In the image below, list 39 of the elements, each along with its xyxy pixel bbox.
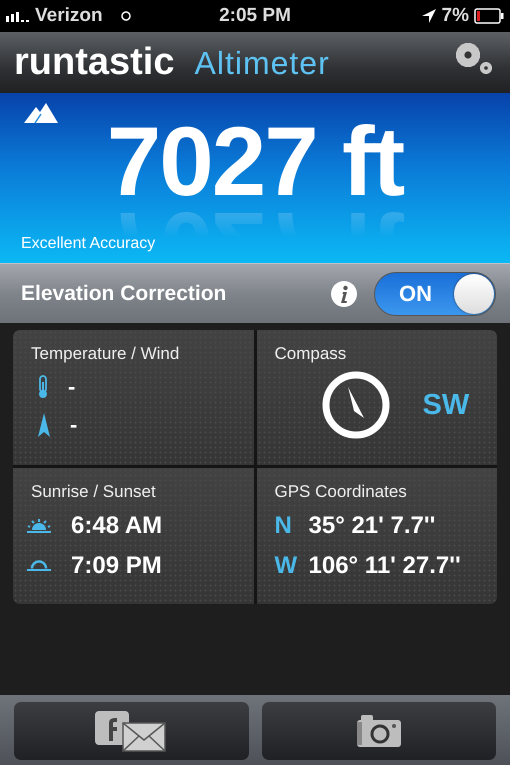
battery-icon	[474, 8, 504, 24]
settings-button[interactable]	[454, 40, 494, 76]
sunrise-icon	[27, 518, 51, 532]
brand-logo: runtastic	[14, 41, 174, 84]
toggle-switch[interactable]: ON	[374, 272, 496, 316]
thermometer-icon	[38, 375, 48, 399]
activity-icon	[120, 10, 132, 22]
value-text: 7:09 PM	[71, 552, 162, 580]
clock-time: 2:05 PM	[219, 5, 291, 27]
card-title: Compass	[274, 344, 348, 364]
location-arrow-icon	[420, 8, 437, 24]
value-text: -	[68, 374, 76, 400]
altitude-reading: 7027 ft	[106, 115, 404, 207]
sunset-icon	[27, 560, 51, 571]
card-title: Sunrise / Sunset	[31, 482, 157, 502]
card-title: Temperature / Wind	[31, 344, 180, 364]
battery-percent: 7%	[442, 5, 469, 27]
value-text: -	[70, 412, 78, 438]
card-title: GPS Coordinates	[274, 482, 408, 502]
mountain-icon	[24, 101, 60, 125]
arrow-icon	[38, 413, 50, 437]
signal-icon	[6, 10, 30, 22]
camera-icon	[356, 714, 402, 748]
direction-letter: N	[274, 512, 293, 540]
compass-direction: SW	[422, 388, 470, 422]
share-button[interactable]	[14, 702, 248, 760]
setting-label: Elevation Correction	[21, 282, 228, 306]
camera-button[interactable]	[262, 702, 496, 760]
value-text: 106° 11' 27.7''	[308, 552, 461, 580]
info-icon	[330, 280, 358, 308]
app-title: Altimeter	[194, 45, 330, 82]
compass-icon	[320, 370, 390, 440]
accuracy-label: Excellent Accuracy	[21, 235, 156, 253]
settings-icon	[454, 40, 494, 76]
direction-letter: W	[274, 552, 298, 580]
info-button[interactable]	[330, 280, 358, 308]
carrier-name: Verizon	[35, 5, 103, 27]
value-text: 35° 21' 7.7''	[308, 512, 436, 540]
value-text: 6:48 AM	[71, 512, 162, 540]
